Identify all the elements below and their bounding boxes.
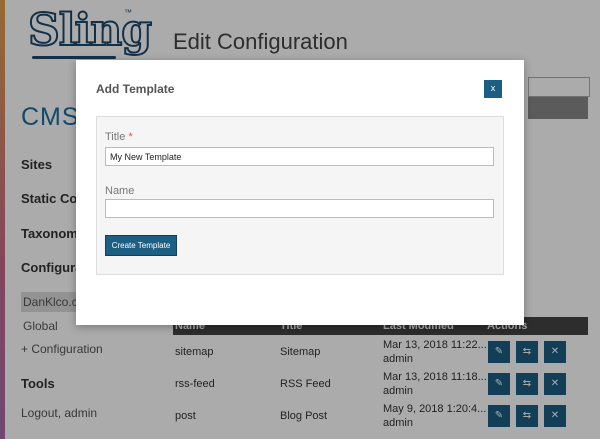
required-mark: * xyxy=(128,131,133,143)
dialog-title: Add Template xyxy=(96,82,175,96)
template-form: Title * Name Create Template xyxy=(96,116,504,275)
name-label: Name xyxy=(105,185,135,197)
title-label: Title * xyxy=(105,131,133,143)
name-input[interactable] xyxy=(105,199,494,218)
create-template-button[interactable]: Create Template xyxy=(105,235,177,256)
add-template-dialog: Add Template x Title * Name Create Templ… xyxy=(76,60,524,325)
title-label-text: Title xyxy=(105,131,126,143)
close-dialog-button[interactable]: x xyxy=(484,80,502,98)
title-input[interactable] xyxy=(105,147,494,166)
